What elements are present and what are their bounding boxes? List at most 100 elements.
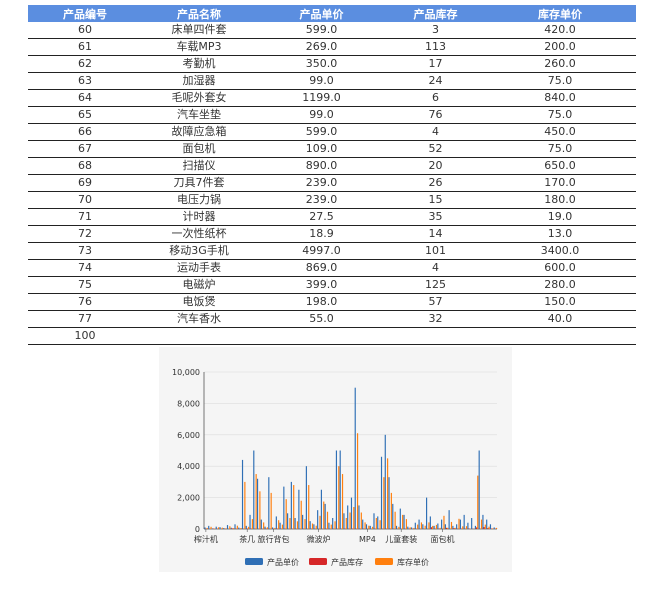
y-tick-label: 6,000 bbox=[177, 431, 200, 440]
bar bbox=[309, 521, 311, 529]
table-cell: 刀具7件套 bbox=[142, 174, 256, 192]
bar bbox=[240, 528, 242, 529]
bar bbox=[368, 525, 370, 529]
table-cell: 63 bbox=[28, 72, 142, 90]
table-row: 70 电压力锅 239.0 15 180.0 bbox=[28, 191, 636, 209]
bar bbox=[360, 512, 362, 529]
bar bbox=[410, 527, 413, 529]
bar bbox=[383, 477, 385, 529]
table-cell: 840.0 bbox=[484, 89, 636, 107]
bar bbox=[323, 501, 325, 529]
bar bbox=[392, 503, 394, 529]
table-cell: 17 bbox=[387, 55, 484, 73]
x-tick-label: MP4 bbox=[359, 535, 376, 544]
table-cell: 113 bbox=[387, 38, 484, 56]
table-cell: 汽车坐垫 bbox=[142, 106, 256, 124]
table-cell: 170.0 bbox=[484, 174, 636, 192]
bar bbox=[433, 525, 435, 529]
table-cell: 68 bbox=[28, 157, 142, 175]
legend-swatch bbox=[375, 558, 393, 565]
table-row: 72 一次性纸杯 18.9 14 13.0 bbox=[28, 225, 636, 243]
legend-swatch bbox=[245, 558, 263, 565]
bar bbox=[373, 513, 375, 529]
bar bbox=[443, 515, 445, 529]
bar bbox=[319, 515, 321, 529]
table-cell: 13.0 bbox=[484, 225, 636, 243]
table-cell: 一次性纸杯 bbox=[142, 225, 256, 243]
bar bbox=[350, 497, 353, 529]
table-cell: 239.0 bbox=[256, 191, 387, 209]
table-cell: 76 bbox=[387, 106, 484, 124]
bar bbox=[418, 519, 420, 529]
table-cell: 4 bbox=[387, 123, 484, 141]
bar bbox=[369, 525, 371, 529]
bar bbox=[409, 527, 411, 529]
bar bbox=[447, 527, 449, 529]
bar bbox=[326, 511, 329, 529]
bar bbox=[444, 524, 446, 529]
table-cell: 77 bbox=[28, 310, 142, 328]
bar bbox=[356, 433, 359, 529]
bar bbox=[463, 514, 465, 529]
table-cell: 72 bbox=[28, 225, 142, 243]
table-cell: 40.0 bbox=[484, 310, 636, 328]
bar bbox=[245, 525, 247, 529]
table-cell: 4 bbox=[387, 259, 484, 277]
y-tick-label: 4,000 bbox=[177, 462, 200, 471]
table-cell: 125 bbox=[387, 276, 484, 294]
bar bbox=[229, 526, 231, 529]
bar bbox=[338, 466, 340, 529]
table-cell: 64 bbox=[28, 89, 142, 107]
table-cell: 电饭煲 bbox=[142, 293, 256, 311]
bar bbox=[279, 522, 281, 529]
bar bbox=[211, 528, 214, 529]
table-cell bbox=[142, 327, 256, 345]
bar bbox=[241, 459, 244, 529]
bar bbox=[476, 527, 478, 529]
bar bbox=[428, 522, 430, 529]
bar bbox=[467, 522, 469, 529]
bar bbox=[390, 492, 392, 529]
bar bbox=[253, 450, 255, 529]
bar bbox=[372, 526, 374, 529]
bar bbox=[448, 510, 450, 529]
bar bbox=[283, 486, 285, 529]
bar bbox=[480, 519, 483, 529]
bar bbox=[487, 528, 489, 529]
table-cell: 420.0 bbox=[484, 22, 636, 39]
bar bbox=[256, 478, 259, 529]
y-tick-label: 10,000 bbox=[172, 368, 200, 377]
bar bbox=[495, 527, 498, 529]
bar bbox=[313, 524, 315, 529]
bar bbox=[353, 507, 355, 529]
bar bbox=[388, 477, 390, 529]
bar bbox=[335, 450, 338, 529]
bar bbox=[324, 503, 326, 529]
bar bbox=[465, 526, 468, 529]
bar bbox=[387, 458, 389, 529]
table-cell: 车载MP3 bbox=[142, 38, 256, 56]
bar bbox=[471, 518, 473, 529]
table-row: 66 故障应急箱 599.0 4 450.0 bbox=[28, 123, 636, 141]
bar bbox=[437, 523, 439, 529]
bar bbox=[375, 518, 377, 529]
table-cell bbox=[256, 327, 387, 345]
table-cell: 71 bbox=[28, 208, 142, 226]
table-cell: 75.0 bbox=[484, 106, 636, 124]
bar bbox=[462, 526, 464, 529]
bar bbox=[293, 485, 295, 529]
bar bbox=[486, 519, 488, 529]
bar bbox=[287, 513, 289, 529]
table-row: 100 bbox=[28, 327, 636, 345]
bar bbox=[223, 528, 225, 529]
table-cell: 239.0 bbox=[256, 174, 387, 192]
bar bbox=[445, 527, 448, 529]
bar bbox=[226, 525, 229, 529]
table-cell: 180.0 bbox=[484, 191, 636, 209]
table-cell: 75 bbox=[28, 276, 142, 294]
bar bbox=[394, 511, 396, 529]
bar bbox=[304, 519, 306, 529]
bar bbox=[407, 526, 409, 529]
bar bbox=[320, 489, 322, 529]
table-cell: 650.0 bbox=[484, 157, 636, 175]
